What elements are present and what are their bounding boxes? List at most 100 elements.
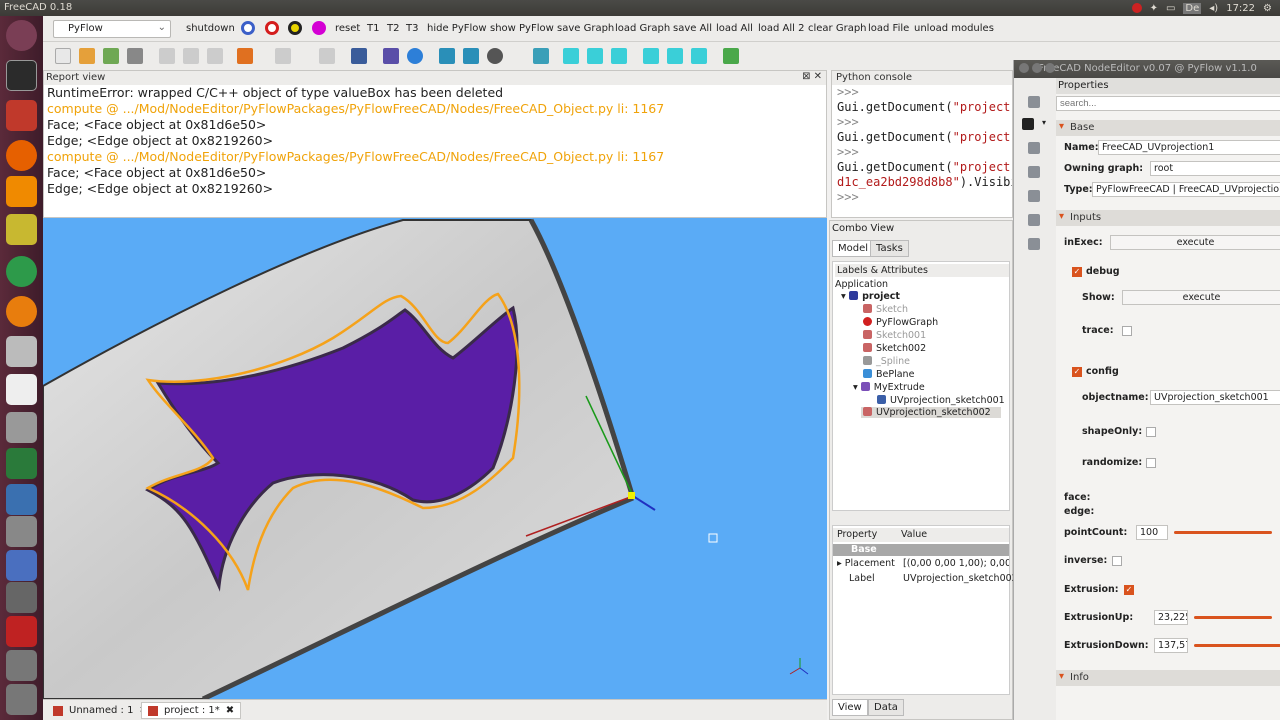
tree-item[interactable]: Sketch002 xyxy=(863,343,926,354)
trace-checkbox[interactable] xyxy=(1122,326,1132,336)
tab-view[interactable]: View xyxy=(832,699,868,716)
config-checkbox[interactable]: ✓ xyxy=(1072,367,1082,377)
extrusion-checkbox[interactable]: ✓ xyxy=(1124,585,1134,595)
zoom-icon[interactable] xyxy=(463,48,479,64)
tab-model[interactable]: Model xyxy=(832,240,875,257)
reset-button[interactable]: reset xyxy=(335,23,360,34)
refresh-icon[interactable] xyxy=(319,48,335,64)
drive-icon[interactable] xyxy=(6,336,37,367)
model-tree[interactable]: Labels & Attributes Application ▾ projec… xyxy=(832,261,1010,511)
tree-item[interactable]: _Spline xyxy=(863,356,910,367)
record-icon[interactable] xyxy=(1131,3,1142,13)
debug-checkbox[interactable]: ✓ xyxy=(1072,267,1082,277)
extrusiondown-slider[interactable] xyxy=(1194,644,1280,647)
tree-item[interactable]: ▾ project xyxy=(841,291,900,302)
extrusionup-slider[interactable] xyxy=(1194,616,1272,619)
blue-circle-icon[interactable] xyxy=(241,21,255,35)
freecad-icon[interactable] xyxy=(6,100,37,131)
shutdown-button[interactable]: shutdown xyxy=(186,23,235,34)
gear-icon[interactable]: ⚙ xyxy=(1263,3,1272,14)
save-graph-button[interactable]: save Graph xyxy=(557,23,614,34)
tree-item[interactable]: UVprojection_sketch001 xyxy=(877,395,1005,406)
randomize-checkbox[interactable] xyxy=(1146,458,1156,468)
app-icon[interactable] xyxy=(6,448,37,479)
property-row[interactable]: Label UVprojection_sketch002 xyxy=(833,573,1018,587)
property-value[interactable]: [(0,00 0,00 1,00); 0,000 °; (0 xyxy=(903,558,1009,569)
node-editor-titlebar[interactable]: FreeCAD NodeEditor v0.07 @ PyFlow v1.1.0 xyxy=(1014,60,1280,78)
app-icon[interactable] xyxy=(6,650,37,681)
unload-modules-button[interactable]: unload modules xyxy=(914,23,994,34)
tree-item[interactable]: BePlane xyxy=(863,369,914,380)
app-icon[interactable] xyxy=(6,484,37,515)
expand-icon[interactable]: ▾ xyxy=(841,291,849,302)
objectname-field[interactable]: UVprojection_sketch001 xyxy=(1150,390,1280,405)
extrusiondown-field[interactable]: 137,57 xyxy=(1154,638,1188,653)
property-editor[interactable]: Property Value Base ▸ Placement [(0,00 0,0… xyxy=(832,525,1018,695)
inputs-section-header[interactable]: Inputs xyxy=(1056,210,1280,226)
pin-icon[interactable] xyxy=(1028,142,1040,154)
blender-icon[interactable] xyxy=(6,296,37,327)
expand-icon[interactable]: ▸ xyxy=(837,558,845,569)
tree-item-selected[interactable]: UVprojection_sketch002 xyxy=(861,407,1001,418)
close-icon[interactable] xyxy=(1019,63,1029,73)
property-value[interactable]: UVprojection_sketch002 xyxy=(903,573,1018,584)
measure-icon[interactable] xyxy=(723,48,739,64)
tool-icon[interactable] xyxy=(1028,238,1040,250)
expand-icon[interactable]: ▾ xyxy=(853,382,861,393)
close-icon[interactable]: ✖ xyxy=(226,705,234,716)
rear-view-icon[interactable] xyxy=(643,48,659,64)
app-icon[interactable] xyxy=(6,582,37,613)
owning-graph-field[interactable]: root xyxy=(1150,161,1280,176)
tool-icon[interactable] xyxy=(1028,214,1040,226)
magenta-circle-icon[interactable] xyxy=(312,21,326,35)
pointcount-slider[interactable] xyxy=(1174,531,1272,534)
show-execute-button[interactable]: execute xyxy=(1122,290,1280,305)
load-all-2-button[interactable]: load All 2 xyxy=(758,23,805,34)
t3-button[interactable]: T3 xyxy=(406,23,418,34)
vlc-icon[interactable] xyxy=(6,176,37,207)
red-circle-icon[interactable] xyxy=(265,21,279,35)
copy-icon[interactable] xyxy=(183,48,199,64)
tree-item[interactable]: ▾ MyExtrude xyxy=(853,382,925,393)
pointcount-field[interactable]: 100 xyxy=(1136,525,1168,540)
tool-icon[interactable] xyxy=(1028,166,1040,178)
clear-graph-button[interactable]: clear Graph xyxy=(808,23,867,34)
battery-icon[interactable]: ▭ xyxy=(1166,3,1175,14)
cut-icon[interactable] xyxy=(159,48,175,64)
t1-button[interactable]: T1 xyxy=(367,23,379,34)
print-icon[interactable] xyxy=(127,48,143,64)
bottom-view-icon[interactable] xyxy=(667,48,683,64)
extrusionup-field[interactable]: 23,225 xyxy=(1154,610,1188,625)
front-view-icon[interactable] xyxy=(563,48,579,64)
t2-button[interactable]: T2 xyxy=(387,23,399,34)
tab-project[interactable]: project : 1* ✖ xyxy=(141,702,242,719)
ruler-icon[interactable] xyxy=(6,214,37,245)
clock[interactable]: 17:22 xyxy=(1226,3,1255,14)
open-file-icon[interactable] xyxy=(79,48,95,64)
close-icon[interactable]: ⊠ ✕ xyxy=(802,71,822,82)
text-editor-icon[interactable] xyxy=(6,374,37,405)
terminal-icon[interactable] xyxy=(6,60,37,91)
minimize-icon[interactable] xyxy=(1032,63,1042,73)
shapeonly-checkbox[interactable] xyxy=(1146,427,1156,437)
property-row[interactable]: ▸ Placement [(0,00 0,00 1,00); 0,000 °; (… xyxy=(833,558,1009,572)
load-all-button[interactable]: load All xyxy=(716,23,753,34)
tree-application[interactable]: Application xyxy=(835,279,888,290)
inexec-execute-button[interactable]: execute xyxy=(1110,235,1280,250)
search-input[interactable] xyxy=(1056,96,1280,111)
paste-icon[interactable] xyxy=(207,48,223,64)
network-icon[interactable]: ✦ xyxy=(1150,3,1158,14)
save-all-button[interactable]: save All xyxy=(673,23,712,34)
name-field[interactable]: FreeCAD_UVprojection1 xyxy=(1098,140,1280,155)
property-group[interactable]: Base xyxy=(833,544,1009,556)
whats-this-icon[interactable] xyxy=(351,48,367,64)
isometric-view-icon[interactable] xyxy=(533,48,549,64)
undo-icon[interactable] xyxy=(237,48,253,64)
sound-icon[interactable]: ◂) xyxy=(1209,3,1218,14)
tool-icon[interactable] xyxy=(1028,190,1040,202)
app-icon[interactable] xyxy=(6,516,37,547)
tab-data[interactable]: Data xyxy=(868,699,904,716)
macro-icon[interactable] xyxy=(383,48,399,64)
app-icon[interactable] xyxy=(6,550,37,581)
tab-tasks[interactable]: Tasks xyxy=(870,240,909,257)
